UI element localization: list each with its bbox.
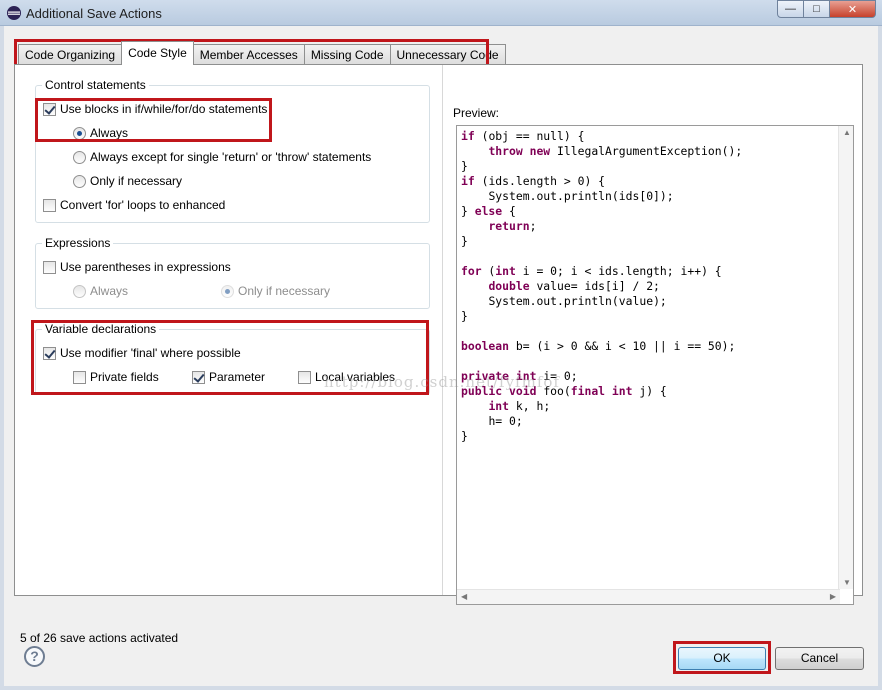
pane-divider[interactable] [442,65,443,595]
code-line: } [461,429,468,443]
expr-only-if-necessary-radio [221,284,234,298]
only-if-necessary-label: Only if necessary [90,174,183,188]
use-parentheses-label: Use parentheses in expressions [60,260,231,274]
use-parentheses-checkbox[interactable] [43,260,56,274]
dialog-body: Code Organizing Code Style Member Access… [4,26,878,686]
use-parentheses-checkbox-row[interactable]: Use parentheses in expressions [43,259,231,275]
help-icon[interactable]: ? [24,646,45,667]
use-blocks-highlight [35,98,272,142]
code-line: } [461,159,468,173]
scroll-down-arrow-icon[interactable]: ▼ [843,578,851,587]
code-line: } else { [461,204,516,218]
minimize-button[interactable]: — [777,0,804,18]
code-line: int k, h; [488,399,551,413]
expr-always-label: Always [90,284,129,298]
code-line: throw new IllegalArgumentException(); [488,144,743,158]
status-text: 5 of 26 save actions activated [20,631,179,645]
cancel-button[interactable]: Cancel [775,647,864,670]
maximize-button[interactable]: □ [804,0,830,18]
control-statements-title: Control statements [42,78,149,92]
preview-vertical-scrollbar[interactable]: ▲ ▼ [838,126,853,589]
preview-code-box[interactable]: if (obj == null) { throw new IllegalArgu… [456,125,854,605]
convert-for-label: Convert 'for' loops to enhanced [60,198,226,212]
code-line: if (obj == null) { [461,129,585,143]
eclipse-icon [7,6,21,20]
always-except-label: Always except for single 'return' or 'th… [90,150,372,164]
code-line: System.out.println(value); [488,294,667,308]
code-line: if (ids.length > 0) { [461,174,606,188]
window-title: Additional Save Actions [26,6,162,21]
convert-for-checkbox-row[interactable]: Convert 'for' loops to enhanced [43,197,225,213]
title-bar: Additional Save Actions — □ ✕ [0,0,882,26]
watermark: http://blog.csdn.net/fyfmfof [324,373,560,391]
expressions-group: Expressions [35,236,430,309]
always-except-radio-row[interactable]: Always except for single 'return' or 'th… [73,149,371,165]
expr-always-radio [73,284,86,298]
ok-highlight [673,641,771,674]
close-button[interactable]: ✕ [830,0,876,18]
preview-label: Preview: [453,106,500,120]
code-line: } [461,309,468,323]
scroll-up-arrow-icon[interactable]: ▲ [843,128,851,137]
code-line: double value= ids[i] / 2; [488,279,660,293]
expr-always-radio-row: Always [73,283,128,299]
only-if-necessary-radio-row[interactable]: Only if necessary [73,173,182,189]
preview-code: if (obj == null) { throw new IllegalArgu… [461,129,742,444]
only-if-necessary-radio[interactable] [73,174,86,188]
code-line: return; [488,219,537,233]
tab-code-style[interactable]: Code Style [121,41,194,65]
always-except-radio[interactable] [73,150,86,164]
expr-only-if-necessary-radio-row: Only if necessary [221,283,330,299]
code-line: System.out.println(ids[0]); [488,189,674,203]
scroll-left-arrow-icon[interactable]: ◀ [461,592,467,601]
expressions-title: Expressions [42,236,114,250]
code-line: h= 0; [488,414,523,428]
code-line: for (int i = 0; i < ids.length; i++) { [461,264,722,278]
code-line: boolean b= (i > 0 && i < 10 || i == 50); [461,339,736,353]
preview-horizontal-scrollbar[interactable]: ◀ ▶ [457,589,840,604]
convert-for-checkbox[interactable] [43,198,56,212]
scroll-right-arrow-icon[interactable]: ▶ [830,592,836,601]
expr-only-if-necessary-label: Only if necessary [238,284,331,298]
code-line: } [461,234,468,248]
